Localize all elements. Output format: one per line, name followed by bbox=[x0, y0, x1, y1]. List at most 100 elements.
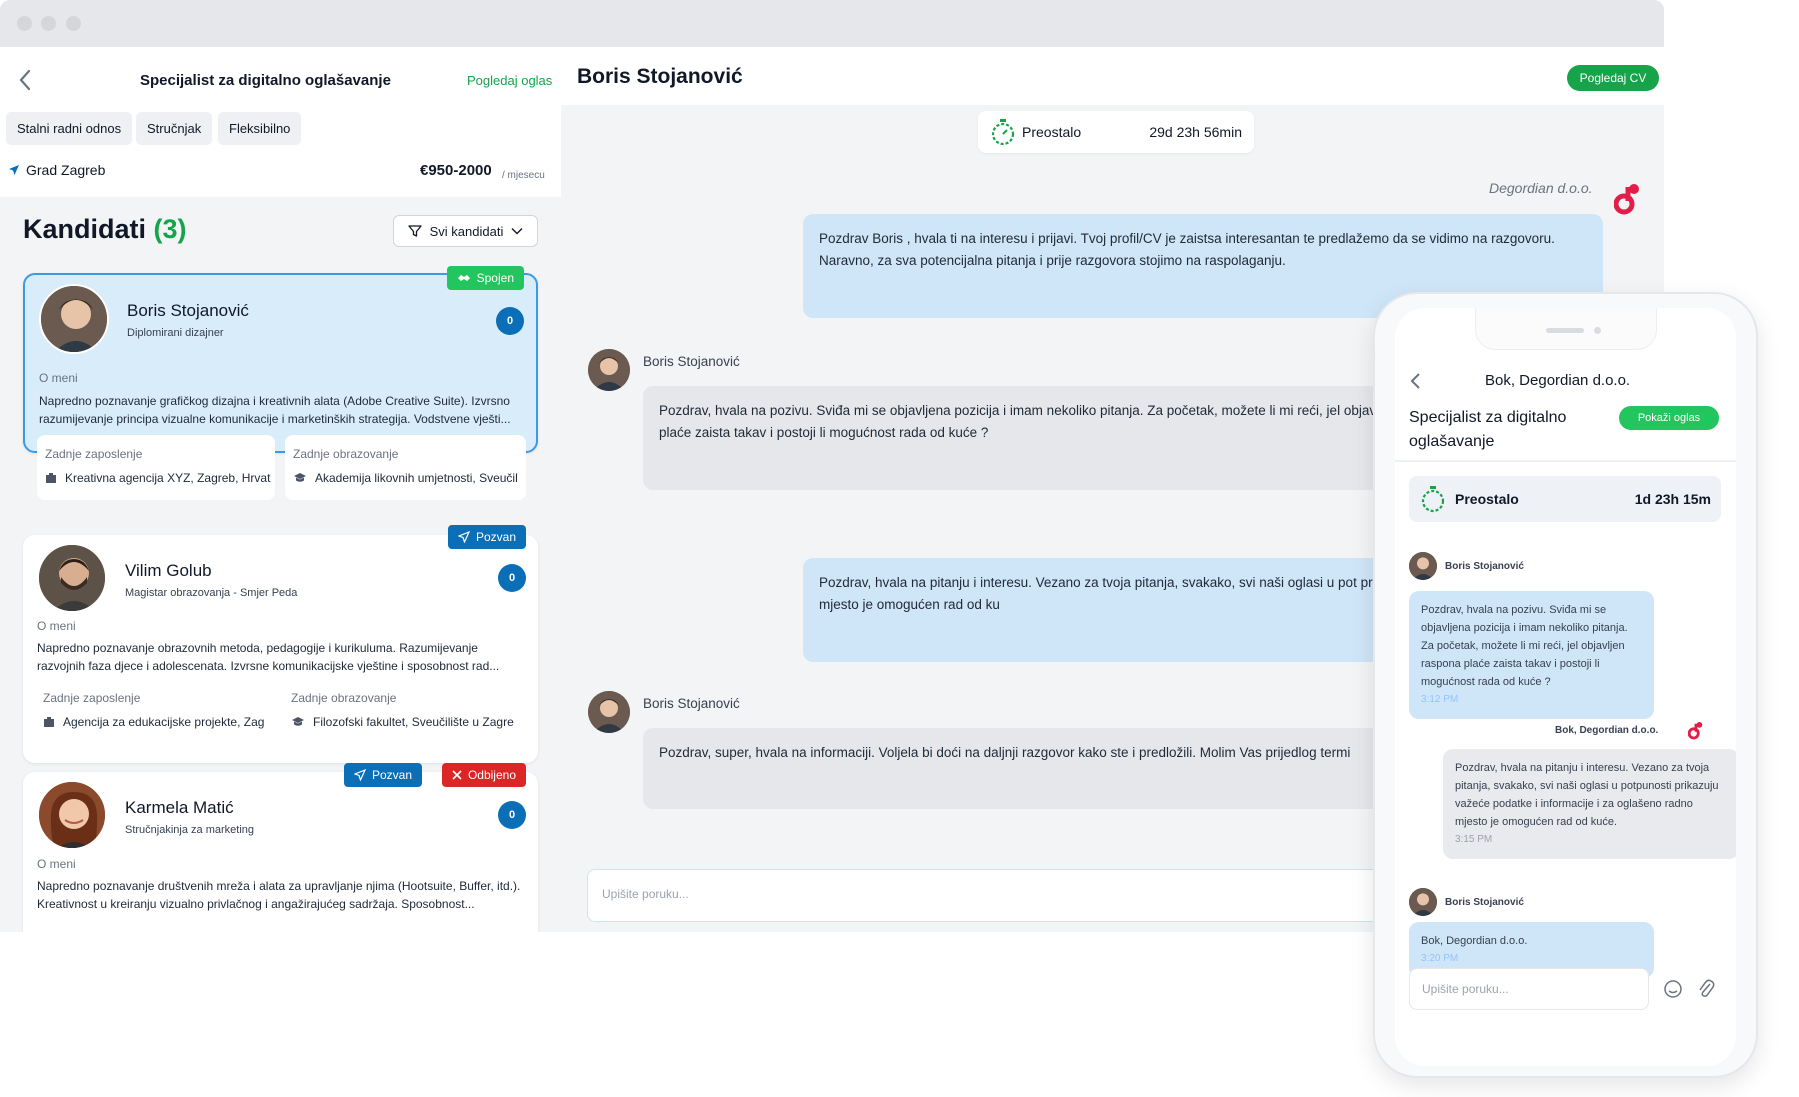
status-badge-invited: Pozvan bbox=[344, 763, 423, 787]
candidates-filter-dropdown[interactable]: Svi kandidati bbox=[393, 215, 538, 247]
phone-message-text: Pozdrav, hvala na pozivu. Sviđa mi se ob… bbox=[1421, 604, 1628, 688]
last-education-label: Zadnje obrazovanje bbox=[293, 447, 399, 461]
last-education-box: Zadnje obrazovanje Filozofski fakultet, … bbox=[283, 683, 524, 741]
back-button[interactable] bbox=[14, 67, 36, 93]
status-text: Spojen bbox=[476, 271, 514, 285]
last-job-box: Zadnje zaposlenje Agencija za edukacijsk… bbox=[35, 683, 273, 741]
phone-chat-title: Bok, Degordian d.o.o. bbox=[1485, 372, 1631, 389]
location-arrow-icon bbox=[9, 165, 19, 175]
chevron-down-icon bbox=[511, 228, 523, 235]
person-photo bbox=[39, 545, 105, 611]
candidates-title: Kandidati bbox=[23, 214, 147, 244]
unread-count-badge: 0 bbox=[498, 801, 526, 829]
window-close-dot[interactable] bbox=[17, 16, 32, 31]
phone-input-placeholder: Upišite poruku... bbox=[1422, 982, 1509, 996]
job-header: Specijalist za digitalno oglašavanje Pog… bbox=[0, 47, 561, 197]
message-candidate: Pozdrav, super, hvala na informaciji. Vo… bbox=[643, 728, 1453, 809]
status-text: Pozvan bbox=[475, 530, 516, 544]
phone-message-input[interactable]: Upišite poruku... bbox=[1409, 968, 1649, 1010]
sender-name: Boris Stojanović bbox=[643, 354, 740, 369]
person-photo bbox=[39, 782, 105, 848]
about-text: Napredno poznavanje grafičkog dizajna i … bbox=[39, 394, 511, 426]
person-photo bbox=[1409, 552, 1437, 580]
about-label: O meni bbox=[39, 371, 78, 385]
attachment-icon[interactable] bbox=[1697, 978, 1715, 1000]
avatar bbox=[37, 780, 107, 850]
sender-avatar bbox=[588, 349, 630, 391]
stopwatch-icon bbox=[1421, 486, 1445, 513]
phone-message-text: Bok, Degordian d.o.o. bbox=[1421, 935, 1528, 947]
close-icon bbox=[452, 770, 462, 780]
unread-count-badge: 0 bbox=[496, 307, 524, 335]
status-text: Odbijeno bbox=[467, 768, 516, 782]
phone-message-time: 3:12 PM bbox=[1421, 694, 1459, 705]
last-job-text: Agencija za edukacijske projekte, Zag bbox=[63, 715, 265, 729]
last-job-box: Zadnje zaposlenje Kreativna agencija XYZ… bbox=[37, 435, 275, 500]
filter-icon bbox=[407, 225, 422, 237]
last-education-row: Filozofski fakultet, Sveučilište u Zagre bbox=[291, 715, 514, 729]
about-label: O meni bbox=[37, 857, 76, 871]
phone-sender-name: Boris Stojanović bbox=[1445, 897, 1524, 908]
graduation-cap-icon bbox=[294, 473, 306, 482]
candidates-panel: Specijalist za digitalno oglašavanje Pog… bbox=[0, 47, 561, 932]
status-badge-connected: Spojen bbox=[446, 266, 524, 290]
sender-avatar bbox=[588, 691, 630, 733]
status-badge-invited: Pozvan bbox=[447, 525, 526, 549]
stopwatch-icon bbox=[991, 119, 1015, 146]
handshake-icon bbox=[457, 275, 470, 281]
avatar bbox=[39, 284, 109, 354]
message-company: Pozdrav, hvala na pitanju i interesu. Ve… bbox=[803, 558, 1443, 662]
view-cv-button[interactable]: Pogledaj CV bbox=[1567, 65, 1659, 91]
company-logo-icon bbox=[1688, 722, 1703, 740]
job-location: Grad Zagreb bbox=[8, 162, 105, 178]
candidate-card[interactable]: Pozvan Odbijeno Karmela Matić Stručnjaki… bbox=[23, 763, 538, 932]
briefcase-icon bbox=[46, 473, 56, 483]
chevron-left-icon[interactable] bbox=[1409, 372, 1423, 390]
candidate-card[interactable]: Spojen Boris Stojanović Diplomirani diza… bbox=[23, 266, 538, 500]
salary-unit: / mjesecu bbox=[502, 170, 545, 181]
chat-contact-name: Boris Stojanović bbox=[577, 65, 743, 88]
send-icon bbox=[354, 769, 366, 781]
phone-message-candidate: Pozdrav, hvala na pozivu. Sviđa mi se ob… bbox=[1409, 591, 1654, 719]
candidate-name: Vilim Golub bbox=[125, 561, 212, 580]
candidate-role: Magistar obrazovanja - Smjer Peda bbox=[125, 587, 298, 599]
phone-show-ad-button[interactable]: Pokaži oglas bbox=[1619, 406, 1719, 430]
person-photo bbox=[1409, 888, 1437, 916]
message-candidate: Pozdrav, hvala na pozivu. Sviđa mi se ob… bbox=[643, 386, 1473, 490]
send-icon bbox=[457, 531, 470, 543]
candidate-name: Karmela Matić bbox=[125, 798, 234, 817]
last-education-text: Filozofski fakultet, Sveučilište u Zagre bbox=[313, 715, 514, 729]
candidates-count: (3) bbox=[153, 214, 187, 244]
phone-message-company: Pozdrav, hvala na pitanju i interesu. Ve… bbox=[1443, 749, 1736, 859]
chat-header: Boris Stojanović Pogledaj CV bbox=[561, 47, 1664, 105]
candidate-role: Stručnjakinja za marketing bbox=[125, 824, 255, 836]
person-photo bbox=[588, 691, 630, 733]
last-education-box: Zadnje obrazovanje Akademija likovnih um… bbox=[285, 435, 526, 500]
remaining-label: Preostalo bbox=[1022, 124, 1082, 140]
phone-message-time: 3:20 PM bbox=[1421, 953, 1459, 964]
person-photo bbox=[588, 349, 630, 391]
message-input-placeholder: Upišite poruku... bbox=[602, 887, 689, 901]
filter-label: Svi kandidati bbox=[429, 223, 504, 239]
view-ad-link[interactable]: Pogledaj oglas bbox=[467, 73, 552, 88]
message-text: Pozdrav, hvala na pitanju i interesu. Ve… bbox=[819, 575, 1443, 612]
phone-remaining-value: 1d 23h 15m bbox=[1634, 491, 1711, 507]
last-job-row: Agencija za edukacijske projekte, Zag bbox=[43, 715, 264, 729]
phone-sender-name: Boris Stojanović bbox=[1445, 561, 1524, 572]
phone-remaining-time-box: Preostalo 1d 23h 15m bbox=[1409, 476, 1721, 522]
candidates-heading: Kandidati (3) bbox=[23, 214, 187, 245]
emoji-icon[interactable] bbox=[1663, 979, 1683, 999]
tag-employment-type: Stalni radni odnos bbox=[6, 112, 133, 145]
candidate-card[interactable]: Pozvan Vilim Golub Magistar obrazovanja … bbox=[23, 525, 538, 763]
phone-message-text: Pozdrav, hvala na pitanju i interesu. Ve… bbox=[1455, 762, 1719, 828]
sender-avatar bbox=[1409, 888, 1437, 916]
briefcase-icon bbox=[44, 717, 54, 727]
phone-mockup: Bok, Degordian d.o.o. Specijalist za dig… bbox=[1373, 292, 1758, 1078]
status-text: Pozvan bbox=[372, 768, 413, 782]
phone-sender-name: Bok, Degordian d.o.o. bbox=[1555, 725, 1659, 736]
unread-count-badge: 0 bbox=[498, 564, 526, 592]
window-zoom-dot[interactable] bbox=[66, 16, 81, 31]
window-minimize-dot[interactable] bbox=[41, 16, 56, 31]
tag-level: Stručnjak bbox=[136, 112, 213, 145]
graduation-cap-icon bbox=[292, 717, 304, 726]
